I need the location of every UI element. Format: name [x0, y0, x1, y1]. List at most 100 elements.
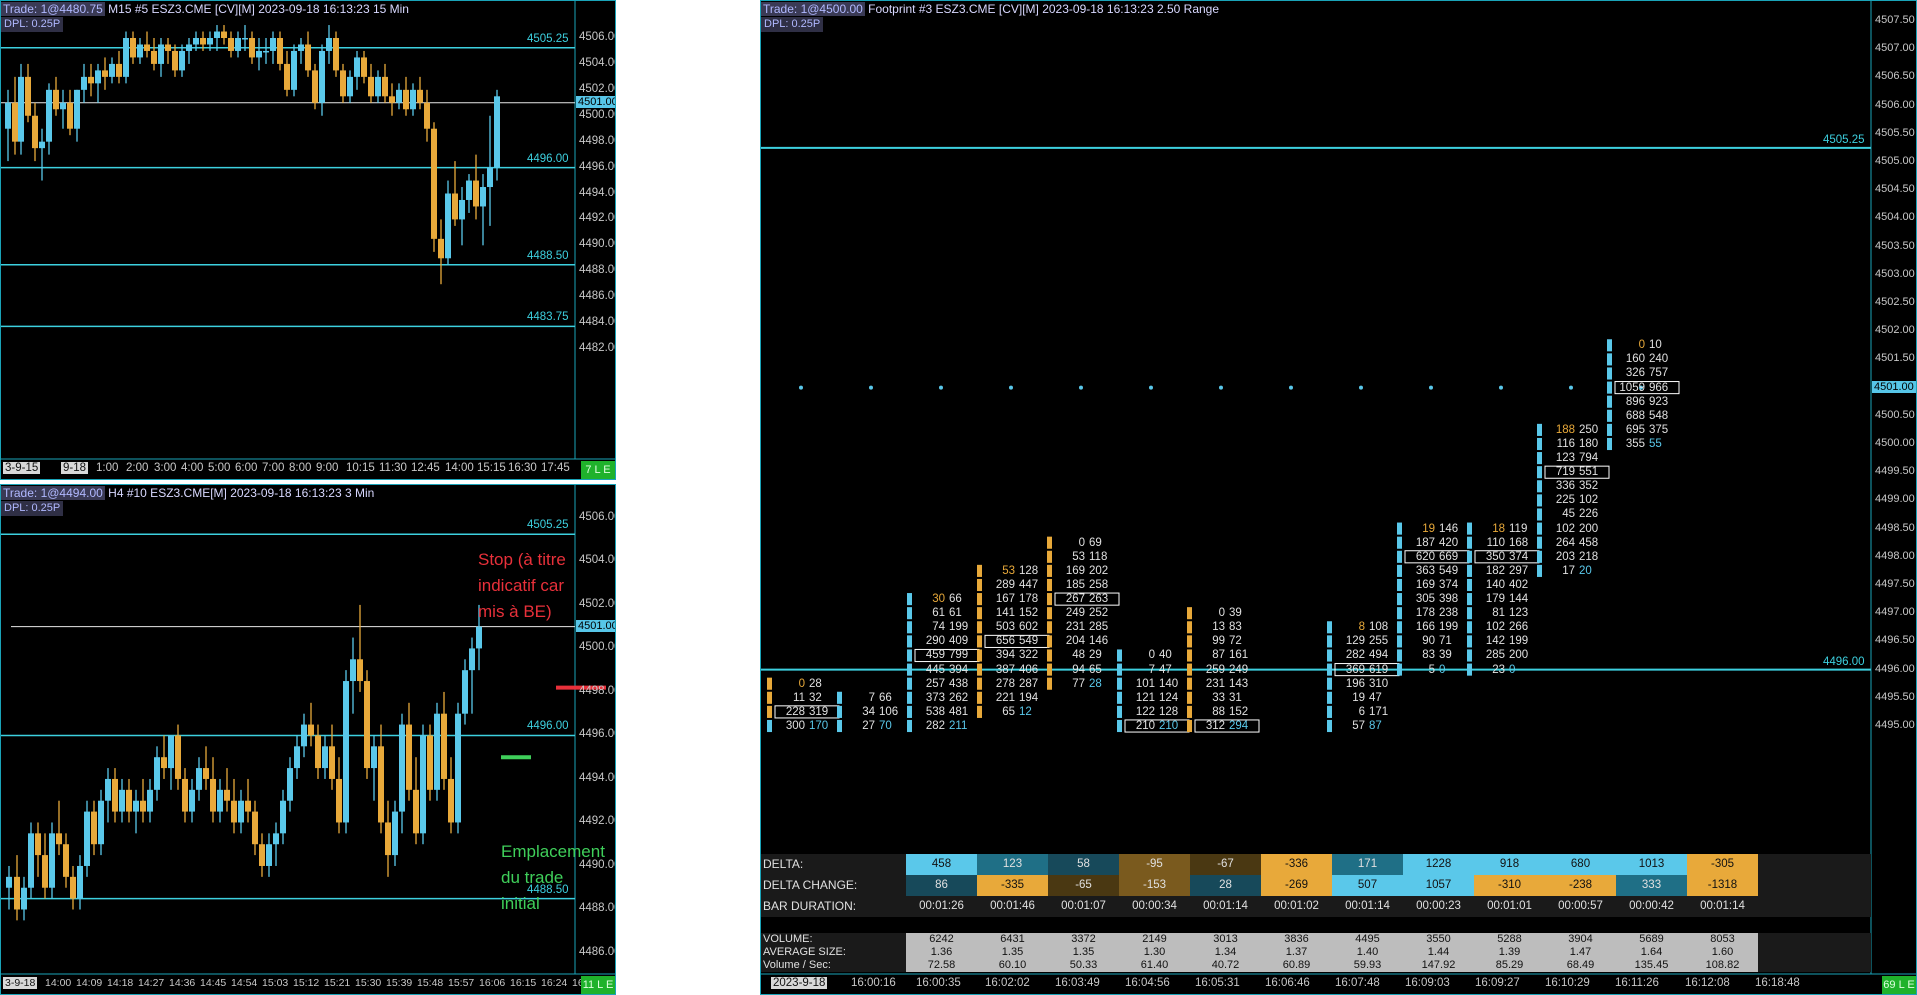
footprint-ask: 71 [1439, 635, 1452, 648]
footprint-bid: 445 [925, 663, 945, 676]
footprint-bid: 94 [1072, 663, 1085, 676]
footprint-time-label: 16:00:16 [851, 977, 896, 989]
footprint-bid: 0 [1148, 649, 1155, 662]
stats-volume-cell: 5288 [1474, 933, 1545, 946]
m15-time-label: 4:00 [181, 462, 204, 474]
footprint-price-tick: 4506.50 [1875, 70, 1915, 83]
stats-vol-sec-cell: 60.10 [977, 959, 1048, 972]
m15-price-tick: 4488.00 [579, 264, 615, 277]
stats-vol-sec-cell: 40.72 [1190, 959, 1261, 972]
footprint-ask: 119 [1509, 522, 1528, 535]
m15-candle-body [46, 89, 52, 142]
m15-candle-body [249, 38, 255, 58]
footprint-ask: 70 [879, 719, 892, 732]
footprint-volume-bar [1397, 536, 1402, 549]
footprint-bid: 27 [862, 719, 875, 732]
footprint-price-tick: 4499.00 [1875, 493, 1915, 506]
footprint-time-label: 16:04:56 [1125, 977, 1170, 989]
h4-time-label: 14:18 [107, 977, 134, 989]
footprint-ask: 66 [949, 593, 962, 606]
footprint-bid: 196 [1345, 677, 1365, 690]
footprint-ask: 297 [1509, 564, 1529, 577]
h4-candle-body [203, 768, 209, 779]
footprint-volume-bar [1537, 466, 1542, 479]
footprint-bid: 57 [1352, 719, 1365, 732]
h4-candle-body [399, 724, 405, 812]
stats-delta-cell: 171 [1332, 854, 1403, 875]
footprint-volume-bar [1327, 677, 1332, 690]
footprint-bid: 178 [1415, 607, 1435, 620]
footprint-ask: 128 [1159, 705, 1179, 718]
footprint-price-tick: 4504.00 [1875, 211, 1915, 224]
stats-delta-change-cell: 86 [906, 875, 977, 896]
footprint-volume-bar [907, 621, 912, 634]
footprint-bid: 34 [862, 705, 875, 718]
h4-price-tick: 4494.00 [579, 771, 615, 784]
m15-price-tick: 4490.00 [579, 238, 615, 251]
footprint-bid: 17 [1562, 564, 1575, 577]
stats-avg-size-cell: 1.39 [1474, 946, 1545, 959]
footprint-ask: 32 [809, 691, 822, 704]
h4-candle-body [70, 876, 76, 899]
footprint-current-dot [1149, 385, 1153, 390]
footprint-time-label: 2023-9-18 [771, 977, 828, 989]
footprint-ask: 28 [1089, 677, 1102, 690]
footprint-bid: 83 [1422, 649, 1435, 662]
stats-delta-change-cell: -335 [977, 875, 1048, 896]
footprint-ask: 258 [1089, 578, 1109, 591]
footprint-price-tick: 4507.00 [1875, 42, 1915, 55]
m15-time-label: 11:30 [379, 462, 407, 474]
h4-candle-body [476, 626, 482, 649]
footprint-price-tick: 4497.00 [1875, 606, 1915, 619]
footprint-ask: 168 [1509, 536, 1529, 549]
stats-volume-cell: 3904 [1545, 933, 1616, 946]
m15-dpl: DPL: 0.25P [1, 17, 64, 32]
footprint-bid: 179 [1485, 593, 1505, 606]
footprint-chart-panel[interactable]: Trade: 1@4500.00 Footprint #3 ESZ3.CME [… [760, 0, 1917, 995]
h4-candle-body [161, 757, 167, 769]
m15-candle-body [95, 70, 101, 84]
h4-candle-body [287, 768, 293, 801]
h4-candle-body [441, 713, 447, 779]
footprint-current-dot [869, 385, 873, 390]
m15-candle-body [270, 38, 276, 51]
footprint-bid: 30 [932, 593, 945, 606]
footprint-bid: 102 [1555, 522, 1575, 535]
m15-title: M15 #5 ESZ3.CME [CV][M] 2023-09-18 16:13… [108, 2, 409, 16]
stats-avg-size-cell: 1.30 [1119, 946, 1190, 959]
footprint-volume-bar [1327, 649, 1332, 662]
h4-time-label: 16:24 [541, 977, 568, 989]
footprint-time-label: 16:06:46 [1265, 977, 1310, 989]
h4-level-label: 4505.25 [527, 519, 569, 532]
footprint-bid: 7 [1148, 663, 1155, 676]
footprint-bid: 129 [1345, 635, 1365, 648]
stats-delta-cell: -305 [1687, 854, 1758, 875]
stats-volume-cell: 2149 [1119, 933, 1190, 946]
footprint-volume-bar [1537, 437, 1542, 451]
footprint-volume-bar [907, 607, 912, 620]
stats-vol-sec-cell: 108.82 [1687, 959, 1758, 972]
footprint-bid: 264 [1555, 536, 1575, 549]
footprint-ask: 65 [1089, 663, 1102, 676]
m15-candles[interactable] [1, 1, 616, 480]
footprint-badge: 69 L E [1882, 976, 1916, 994]
h4-chart-panel[interactable]: Trade: 1@4494.00 H4 #10 ESZ3.CME[M] 2023… [0, 484, 616, 995]
footprint-ask: 409 [949, 635, 969, 648]
stats-delta-change-cell: -310 [1474, 875, 1545, 896]
stats-delta-change-cell: 333 [1616, 875, 1687, 896]
m15-chart-panel[interactable]: Trade: 1@4480.75 M15 #5 ESZ3.CME [CV][M]… [0, 0, 616, 480]
footprint-bid: 896 [1625, 395, 1645, 408]
footprint-ask: 161 [1229, 649, 1249, 662]
h4-time-label: 14:09 [76, 977, 103, 989]
footprint-bid: 300 [785, 719, 805, 732]
h4-candle-body [98, 800, 104, 845]
footprint-chart[interactable] [761, 1, 1917, 995]
h4-candle-body [469, 648, 475, 671]
h4-candle-body [77, 865, 83, 899]
footprint-bid: 0 [798, 677, 805, 690]
footprint-bid: 87 [1212, 649, 1225, 662]
stats-volume-cell: 4495 [1332, 933, 1403, 946]
m15-candle-body [165, 44, 171, 51]
m15-candle-body [389, 96, 395, 103]
stats-bar-duration-cell: 00:01:26 [906, 896, 977, 917]
